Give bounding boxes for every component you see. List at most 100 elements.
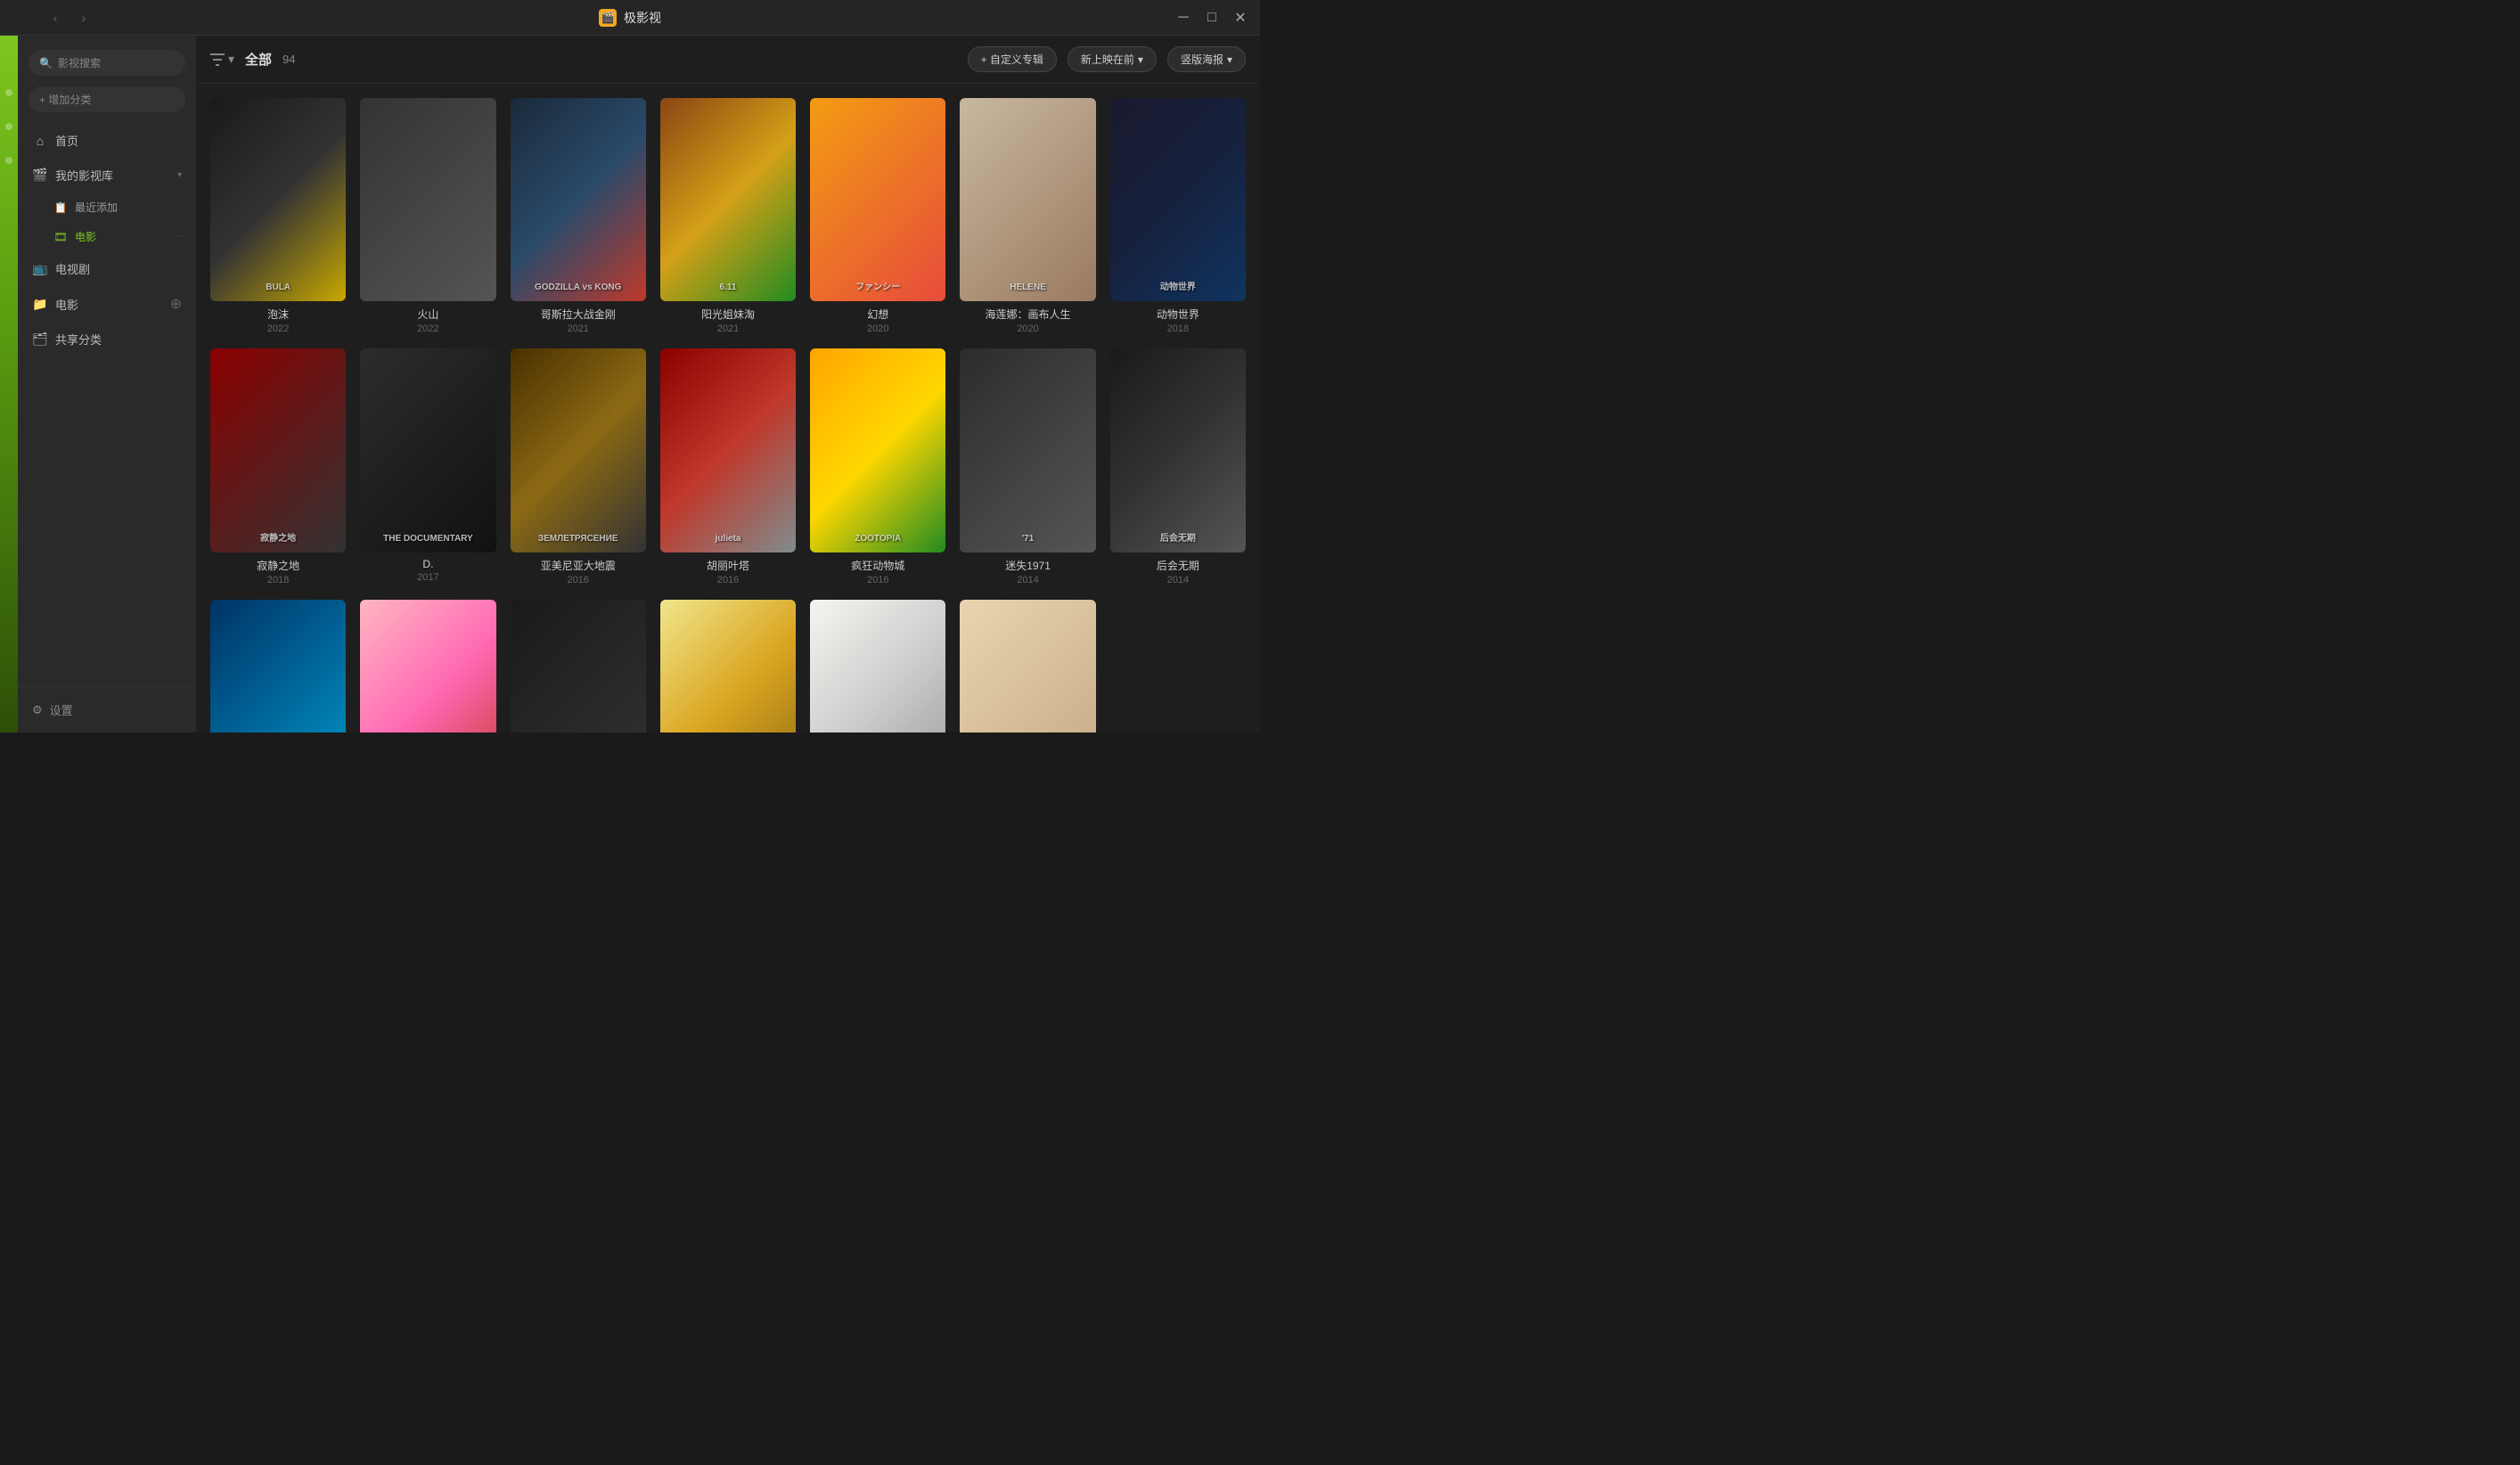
movie-grid-container[interactable]: BULA 泡沫2022 火山2022 GODZILLA vs KONG 哥斯拉大战金刚2…: [196, 84, 1260, 732]
movie-year: 2017: [360, 572, 495, 583]
movie-info: D. 2017: [360, 558, 495, 583]
movie-poster-text: BULA: [216, 282, 340, 292]
movie-card[interactable]: ЗЕМЛЕТРЯСЕНИЕ 亚美尼亚大地震2016: [511, 348, 646, 585]
movie-info: 哥斯拉大战金刚2021: [511, 307, 646, 334]
movie-title: 后会无期: [1110, 558, 1246, 573]
movie-poster: 动物世界: [1110, 98, 1246, 301]
movies-icon: 🎞: [53, 230, 68, 244]
movie-poster: GODZILLA vs KONG: [511, 98, 646, 301]
sort-dropdown-button[interactable]: 新上映在前 ▾: [1068, 46, 1157, 72]
sidebar-item-my-library[interactable]: 🎬 我的影视库 ▾: [18, 158, 196, 192]
movie-card[interactable]: 3 idiots三傻大闹宝莱坞2009: [660, 600, 796, 732]
filter-dropdown-arrow: ▾: [228, 52, 234, 67]
minimize-button[interactable]: ─: [1174, 9, 1192, 27]
sidebar-bottom: ⚙ 设置: [18, 686, 196, 732]
movie-info: 火山2022: [360, 307, 495, 334]
search-button[interactable]: 🔍 影视搜索: [29, 50, 185, 76]
sidebar-item-shared[interactable]: 🗂 共享分类: [18, 322, 196, 356]
settings-button[interactable]: ⚙ 设置: [32, 698, 182, 722]
movie-title: 动物世界: [1110, 307, 1246, 322]
poster-view-button[interactable]: 竖版海报 ▾: [1167, 46, 1246, 72]
movie-title: 海莲娜：画布人生: [960, 307, 1095, 322]
movie-card[interactable]: '71迷失19712014: [960, 348, 1095, 585]
tv-icon: 📺: [32, 261, 48, 277]
movie-grid: BULA 泡沫2022 火山2022 GODZILLA vs KONG 哥斯拉大战金刚2…: [210, 98, 1246, 732]
custom-collection-label: + 自定义专辑: [981, 52, 1043, 67]
movie-card[interactable]: 寂静之地寂静之地2018: [210, 348, 346, 585]
movie-year: 2016: [810, 575, 945, 585]
movie-info: 后会无期 2014: [1110, 558, 1246, 585]
movie-year: 2020: [810, 323, 945, 334]
movie-info: 阳光姐妹淘2021: [660, 307, 796, 334]
sidebar-item-recent[interactable]: 📋 最近添加: [18, 192, 196, 222]
movies-more-icon[interactable]: ⋯: [173, 232, 182, 241]
movie-year: 2021: [660, 323, 796, 334]
movie-card[interactable]: 后会无期后会无期2014: [1110, 348, 1246, 585]
movie-poster: ファンシー: [810, 98, 945, 301]
header-right-controls: + 自定义专辑 新上映在前 ▾ 竖版海报 ▾: [968, 46, 1246, 72]
forward-button[interactable]: ›: [73, 7, 94, 29]
folder-icon: 📁: [32, 296, 48, 312]
movie-poster: 后会无期: [1110, 348, 1246, 552]
movie-title: 泡沫: [210, 307, 346, 322]
window-controls: ─ □ ✕: [1174, 9, 1249, 27]
movie-poster: ЗЕМЛЕТРЯСЕНИЕ: [511, 348, 646, 552]
back-button[interactable]: ‹: [45, 7, 66, 29]
filter-icon[interactable]: ▾: [210, 52, 234, 67]
library-icon: 🎬: [32, 168, 48, 184]
shared-icon: 🗂: [32, 331, 48, 348]
sidebar-item-tv-label: 电视剧: [55, 260, 90, 277]
movie-card[interactable]: ファンシー幻想2020: [810, 98, 945, 334]
movie-card[interactable]: 火山2022: [360, 98, 495, 334]
sidebar-item-movies-folder[interactable]: 📁 电影 ⊕: [18, 286, 196, 322]
movie-card[interactable]: BURN燃烧2013: [511, 600, 646, 732]
movie-card[interactable]: THE DOCUMENTARY D. 2017: [360, 348, 495, 585]
expand-arrow-icon: ▾: [177, 170, 182, 180]
movie-card[interactable]: MY GIRLHOOD我的少女时代2015: [360, 600, 495, 732]
movie-poster: BULA: [210, 98, 346, 301]
custom-collection-button[interactable]: + 自定义专辑: [968, 46, 1057, 72]
accent-dot: [5, 89, 12, 96]
close-button[interactable]: ✕: [1231, 9, 1249, 27]
movie-poster: 6.11: [660, 98, 796, 301]
movie-card[interactable]: GODZILLA vs KONG 哥斯拉大战金刚2021: [511, 98, 646, 334]
movie-info: 泡沫2022: [210, 307, 346, 334]
movie-card[interactable]: JOURNEY TO THE SOUTH PACIFIC南太平洋之旅2013: [210, 600, 346, 732]
movie-year: 2018: [210, 575, 346, 585]
sidebar-item-tv[interactable]: 📺 电视剧: [18, 251, 196, 286]
movie-card[interactable]: HELENE海莲娜：画布人生2020: [960, 98, 1095, 334]
movie-poster-text: '71: [965, 534, 1090, 544]
movie-year: 2018: [1110, 323, 1246, 334]
movie-card[interactable]: BULA 泡沫2022: [210, 98, 346, 334]
movie-poster: THE DOCUMENTARY: [360, 348, 495, 552]
sidebar-item-recent-label: 最近添加: [75, 200, 118, 215]
sidebar-item-library-label: 我的影视库: [55, 167, 113, 184]
sort-label: 新上映在前: [1081, 52, 1134, 67]
movie-title: 阳光姐妹淘: [660, 307, 796, 322]
folder-more-icon[interactable]: ⊕: [170, 295, 182, 313]
sidebar: 🔍 影视搜索 + 增加分类 ⌂ 首页 🎬 我的影视库 ▾ 📋 最近添加: [18, 36, 196, 732]
movie-poster-text: ZOOTOPIA: [815, 534, 940, 544]
movie-info: 亚美尼亚大地震2016: [511, 558, 646, 585]
movie-card[interactable]: DOMINO ONE多米诺2019: [810, 600, 945, 732]
content-header: ▾ 全部 94 + 自定义专辑 新上映在前 ▾ 竖版海报 ▾: [196, 36, 1260, 84]
poster-view-label: 竖版海报: [1181, 52, 1223, 67]
movie-year: 2014: [1110, 575, 1246, 585]
movie-poster-text: julieta: [666, 534, 790, 544]
movie-card[interactable]: la libertad自由2014: [960, 600, 1095, 732]
movie-title: D.: [360, 558, 495, 570]
movie-card[interactable]: ZOOTOPIA疯狂动物城2016: [810, 348, 945, 585]
settings-icon: ⚙: [32, 703, 43, 717]
movie-card[interactable]: 6.11 阳光姐妹淘2021: [660, 98, 796, 334]
sidebar-item-home[interactable]: ⌂ 首页: [18, 123, 196, 158]
movie-title: 胡丽叶塔: [660, 558, 796, 573]
add-category-button[interactable]: + 增加分类: [29, 86, 185, 112]
movie-card[interactable]: julieta胡丽叶塔2016: [660, 348, 796, 585]
sidebar-navigation: ⌂ 首页 🎬 我的影视库 ▾ 📋 最近添加 🎞 电影 ⋯: [18, 123, 196, 686]
accent-dot: [5, 123, 12, 130]
movie-card[interactable]: 动物世界动物世界2018: [1110, 98, 1246, 334]
maximize-button[interactable]: □: [1203, 9, 1221, 27]
movie-poster: julieta: [660, 348, 796, 552]
movie-info: 动物世界2018: [1110, 307, 1246, 334]
sidebar-item-movies-active[interactable]: 🎞 电影 ⋯: [18, 222, 196, 251]
